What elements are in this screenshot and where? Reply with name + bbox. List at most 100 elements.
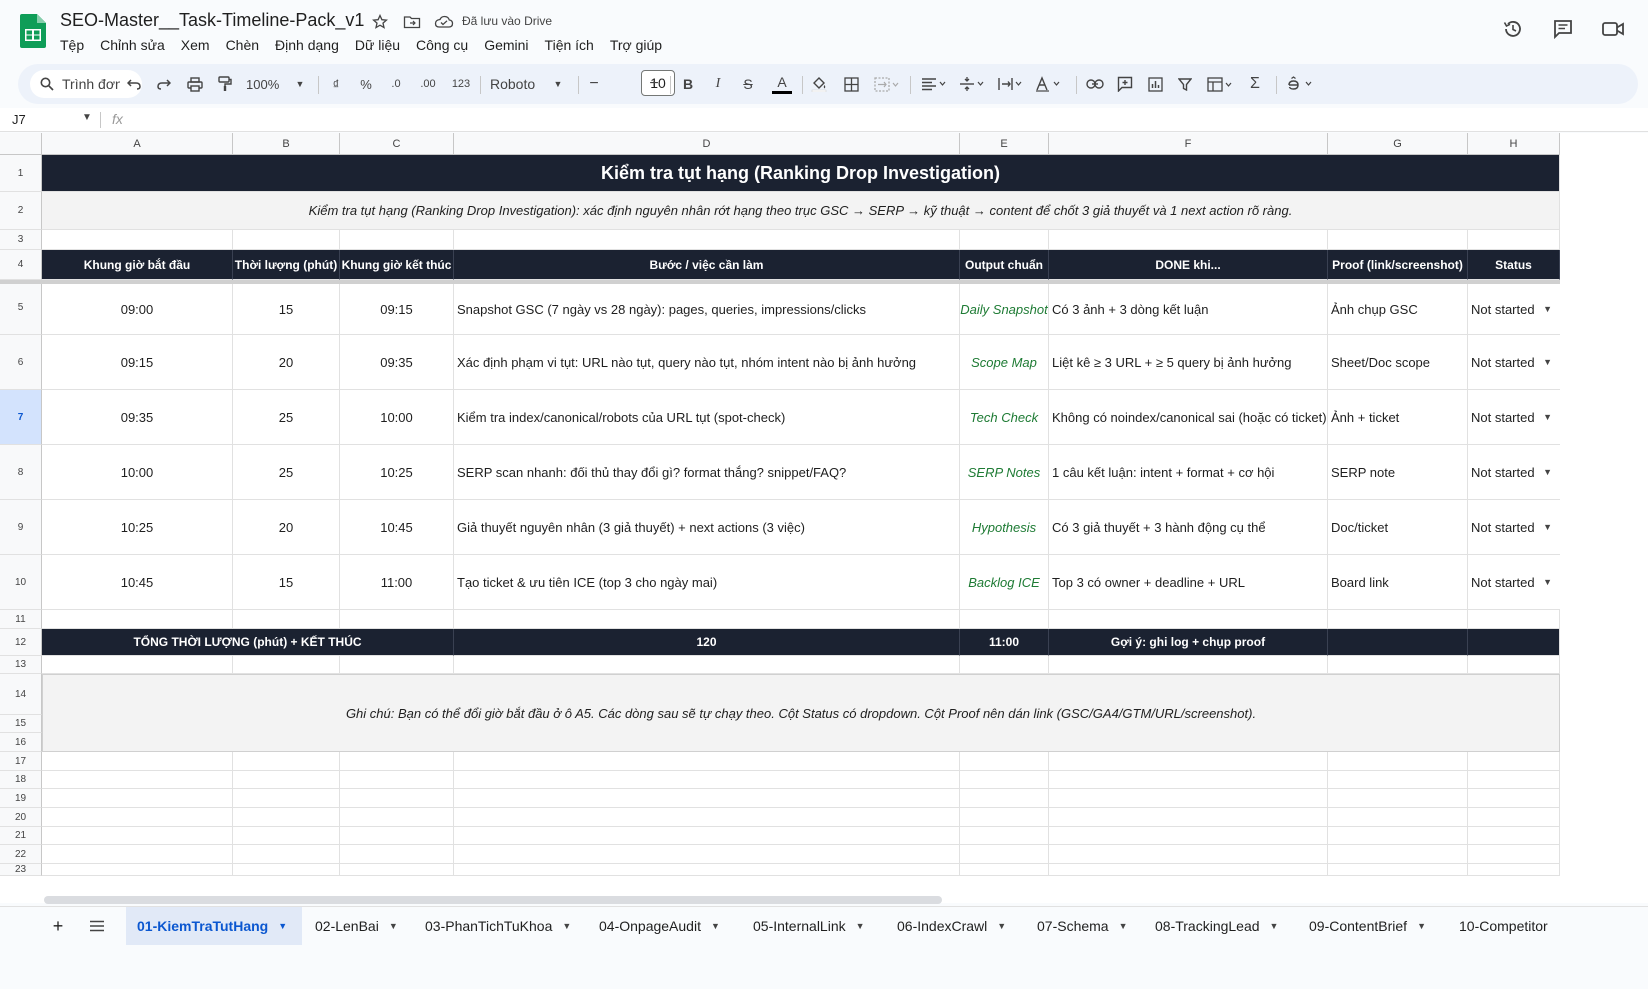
column-header-d[interactable]: D — [454, 133, 960, 155]
empty-cell[interactable] — [233, 610, 340, 629]
empty-cell[interactable] — [42, 827, 233, 845]
empty-cell[interactable] — [960, 610, 1049, 629]
step-cell[interactable]: Tạo ticket & ưu tiên ICE (top 3 cho ngày… — [454, 555, 960, 610]
empty-cell[interactable] — [454, 789, 960, 808]
row-header-9[interactable]: 9 — [0, 500, 42, 555]
proof-cell[interactable]: Doc/ticket — [1328, 500, 1468, 555]
proof-cell[interactable]: Ảnh chụp GSC — [1328, 284, 1468, 335]
empty-cell[interactable] — [1328, 656, 1468, 674]
empty-cell[interactable] — [960, 789, 1049, 808]
empty-cell[interactable] — [454, 864, 960, 876]
menu-item[interactable]: Dữ liệu — [355, 35, 408, 57]
chevron-down-icon[interactable]: ▼ — [856, 921, 865, 931]
text-color-button[interactable]: A — [770, 72, 794, 96]
chevron-down-icon[interactable]: ▼ — [1543, 304, 1552, 314]
empty-cell[interactable] — [233, 752, 340, 771]
empty-cell[interactable] — [1468, 230, 1560, 250]
menu-item[interactable]: Trợ giúp — [610, 35, 670, 57]
empty-cell[interactable] — [1328, 827, 1468, 845]
total-empty-cell[interactable] — [1328, 629, 1468, 656]
empty-cell[interactable] — [340, 230, 454, 250]
empty-cell[interactable] — [1049, 230, 1328, 250]
insert-comment-icon[interactable] — [1114, 72, 1136, 96]
total-minutes-cell[interactable]: 120 — [454, 629, 960, 656]
end-time-cell[interactable]: 11:00 — [340, 555, 454, 610]
fill-color-icon[interactable] — [808, 72, 830, 96]
duration-cell[interactable]: 15 — [233, 284, 340, 335]
row-header-14[interactable]: 14 — [0, 674, 42, 715]
done-criteria-cell[interactable]: Top 3 có owner + deadline + URL — [1049, 555, 1328, 610]
row-header-2[interactable]: 2 — [0, 192, 42, 230]
empty-cell[interactable] — [1328, 808, 1468, 827]
empty-cell[interactable] — [233, 771, 340, 789]
empty-cell[interactable] — [454, 808, 960, 827]
proof-cell[interactable]: Sheet/Doc scope — [1328, 335, 1468, 390]
empty-cell[interactable] — [42, 230, 233, 250]
sheet-tab[interactable]: 10-Competitor — [1448, 907, 1568, 945]
menu-item[interactable]: Tệp — [60, 35, 92, 57]
done-criteria-cell[interactable]: 1 câu kết luận: intent + format + cơ hội — [1049, 445, 1328, 500]
menu-item[interactable]: Xem — [181, 35, 218, 57]
input-tools-icon[interactable] — [1284, 72, 1318, 96]
step-cell[interactable]: Snapshot GSC (7 ngày vs 28 ngày): pages,… — [454, 284, 960, 335]
empty-cell[interactable] — [233, 845, 340, 864]
merge-cells-icon[interactable] — [872, 72, 902, 96]
total-empty-cell[interactable] — [1468, 629, 1560, 656]
print-icon[interactable] — [184, 72, 206, 96]
done-criteria-cell[interactable]: Có 3 giả thuyết + 3 hành động cụ thể — [1049, 500, 1328, 555]
status-dropdown[interactable]: Not started ▼ — [1468, 284, 1560, 335]
proof-cell[interactable]: Ảnh + ticket — [1328, 390, 1468, 445]
end-time-cell[interactable]: 10:45 — [340, 500, 454, 555]
insert-chart-icon[interactable] — [1144, 72, 1166, 96]
select-all-corner[interactable] — [0, 133, 42, 155]
all-sheets-icon[interactable] — [84, 907, 110, 945]
empty-cell[interactable] — [233, 230, 340, 250]
move-folder-icon[interactable] — [402, 12, 422, 32]
empty-cell[interactable] — [960, 827, 1049, 845]
total-end-cell[interactable]: 11:00 — [960, 629, 1049, 656]
output-cell[interactable]: Daily Snapshot — [960, 284, 1049, 335]
sheet-tab[interactable]: 03-PhanTichTuKhoa ▼ — [414, 907, 586, 945]
increase-decimal-button[interactable]: .00 — [414, 72, 442, 96]
done-criteria-cell[interactable]: Không có noindex/canonical sai (hoặc có … — [1049, 390, 1328, 445]
paint-format-icon[interactable] — [214, 72, 236, 96]
empty-cell[interactable] — [42, 845, 233, 864]
start-time-cell[interactable]: 10:25 — [42, 500, 233, 555]
currency-format-button[interactable]: ₫ — [326, 72, 346, 96]
increase-font-size-button[interactable]: + — [644, 72, 664, 96]
empty-cell[interactable] — [233, 827, 340, 845]
empty-cell[interactable] — [960, 845, 1049, 864]
row-header-4[interactable]: 4 — [0, 250, 42, 280]
sheet-tab[interactable]: 09-ContentBrief ▼ — [1298, 907, 1446, 945]
empty-cell[interactable] — [454, 656, 960, 674]
empty-cell[interactable] — [1049, 789, 1328, 808]
empty-cell[interactable] — [454, 771, 960, 789]
empty-cell[interactable] — [233, 789, 340, 808]
menu-item[interactable]: Định dạng — [275, 35, 347, 57]
empty-cell[interactable] — [1049, 845, 1328, 864]
spreadsheet-grid[interactable]: A B C D E F G H 1 2 3 4 5 6 7 8 9 10 11 12 13 14 15 16 17 18 19 20 2… — [0, 133, 1648, 903]
empty-cell[interactable] — [233, 656, 340, 674]
decrease-decimal-button[interactable]: .0 — [384, 72, 408, 96]
done-criteria-cell[interactable]: Có 3 ảnh + 3 dòng kết luận — [1049, 284, 1328, 335]
step-cell[interactable]: Xác định phạm vi tụt: URL nào tụt, query… — [454, 335, 960, 390]
bold-button[interactable]: B — [678, 72, 698, 96]
empty-cell[interactable] — [340, 827, 454, 845]
empty-cell[interactable] — [1328, 752, 1468, 771]
empty-cell[interactable] — [1328, 771, 1468, 789]
duration-cell[interactable]: 15 — [233, 555, 340, 610]
italic-button[interactable]: I — [708, 72, 728, 96]
chevron-down-icon[interactable]: ▼ — [1543, 577, 1552, 587]
status-dropdown[interactable]: Not started ▼ — [1468, 445, 1560, 500]
chevron-down-icon[interactable]: ▼ — [1543, 522, 1552, 532]
empty-cell[interactable] — [1328, 230, 1468, 250]
empty-cell[interactable] — [1468, 827, 1560, 845]
chevron-down-icon[interactable]: ▼ — [389, 921, 398, 931]
empty-cell[interactable] — [42, 752, 233, 771]
insert-link-icon[interactable] — [1084, 72, 1106, 96]
duration-cell[interactable]: 25 — [233, 390, 340, 445]
empty-cell[interactable] — [1468, 656, 1560, 674]
meet-video-icon[interactable] — [1600, 16, 1626, 42]
borders-icon[interactable] — [840, 72, 862, 96]
empty-cell[interactable] — [42, 808, 233, 827]
